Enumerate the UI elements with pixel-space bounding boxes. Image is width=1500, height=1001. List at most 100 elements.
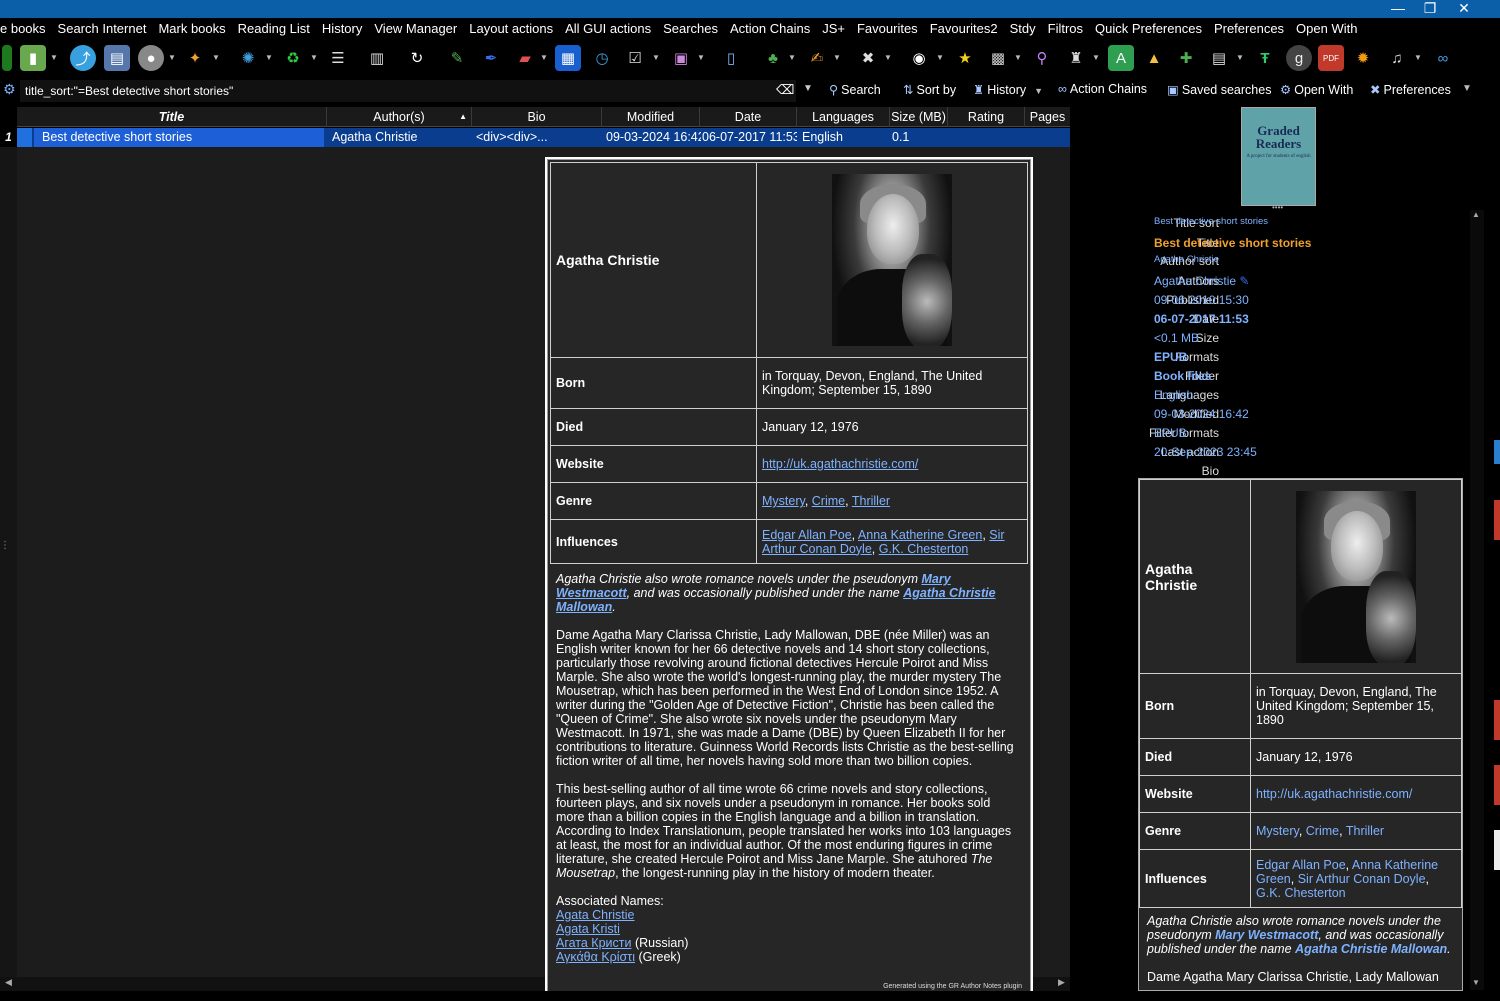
genre-link[interactable]: Crime	[812, 494, 845, 508]
dropdown-arrow-icon[interactable]: ▼	[540, 53, 548, 62]
cell-author[interactable]: Agatha Christie	[332, 128, 472, 147]
column-header-authors[interactable]: Author(s) ▲	[327, 107, 472, 127]
magnifier-icon[interactable]: ⚲	[1029, 45, 1055, 71]
reader-icon[interactable]: ▯	[718, 45, 744, 71]
ft-icon[interactable]: Ŧ	[1252, 45, 1278, 71]
influence-link[interactable]: Sir Arthur Conan Doyle	[1298, 872, 1426, 886]
dropdown-arrow-icon[interactable]: ▼	[652, 53, 660, 62]
menu-item-history[interactable]: History	[316, 21, 368, 36]
dropdown-arrow-icon[interactable]: ▼	[265, 53, 273, 62]
preferences-button[interactable]: ✖ Preferences	[1370, 82, 1451, 97]
cover-splitter-icon[interactable]: ••••	[1272, 203, 1283, 212]
detail-value[interactable]: EPUB	[1154, 350, 1187, 364]
puzzle-plugin-icon[interactable]: ✚	[1173, 45, 1199, 71]
genre-link[interactable]: Crime	[1306, 824, 1339, 838]
website-link[interactable]: http://uk.agathachristie.com/	[762, 457, 918, 471]
menu-item-js-plus[interactable]: JS+	[816, 21, 851, 36]
menu-item-mark-books[interactable]: Mark books	[152, 21, 231, 36]
column-header-bio[interactable]: Bio	[472, 107, 602, 127]
star-rating-icon[interactable]: ✦	[182, 45, 208, 71]
dropdown-arrow-icon[interactable]: ▼	[50, 53, 58, 62]
pseudonym-link[interactable]: Mary Westmacott	[1215, 928, 1318, 942]
edge-tab-red[interactable]	[1494, 765, 1500, 805]
edge-tab-red[interactable]	[1494, 700, 1500, 740]
detail-value[interactable]: Book files	[1154, 369, 1211, 383]
highlighter-icon[interactable]: ✎	[444, 45, 470, 71]
cell-date[interactable]: 06-07-2017 11:53	[702, 128, 797, 147]
influence-link[interactable]: G.K. Chesterton	[1256, 886, 1346, 900]
layout-grid-icon[interactable]: ▩	[985, 45, 1011, 71]
column-header-modified[interactable]: Modified	[602, 107, 700, 127]
influence-link[interactable]: G.K. Chesterton	[879, 542, 969, 556]
image-icon[interactable]: ▣	[668, 45, 694, 71]
document-icon[interactable]: ▤	[1206, 45, 1232, 71]
edit-form-icon[interactable]: ✍	[804, 45, 830, 71]
minimize-button[interactable]: —	[1381, 0, 1415, 18]
column-header-size[interactable]: Size (MB)	[890, 107, 948, 127]
edge-tab-blue[interactable]	[1494, 440, 1500, 464]
associated-name-link[interactable]: Агата Кристи	[556, 936, 631, 950]
green-a-icon[interactable]: A	[1108, 45, 1134, 71]
saved-searches-button[interactable]: ▣ Saved searches	[1167, 82, 1271, 97]
column-header-rating[interactable]: Rating	[948, 107, 1025, 127]
menu-item-quick-preferences[interactable]: Quick Preferences	[1089, 21, 1208, 36]
eye-icon[interactable]: ◉	[906, 45, 932, 71]
barcode-icon[interactable]: ▥	[364, 45, 390, 71]
scroll-right-icon[interactable]: ▶	[1058, 977, 1065, 988]
sun-badge-icon[interactable]: ✹	[1350, 45, 1376, 71]
dropdown-arrow-icon[interactable]: ▼	[833, 53, 841, 62]
associated-name-link[interactable]: Agata Kristi	[556, 922, 620, 936]
action-chains-button[interactable]: ∞ Action Chains	[1058, 82, 1147, 96]
edit-pencil-icon[interactable]: ✎	[1239, 274, 1249, 288]
edge-tab-white[interactable]	[1494, 830, 1500, 870]
search-input[interactable]: title_sort:"=Best detective short storie…	[20, 80, 796, 102]
dropdown-arrow-icon[interactable]: ▼	[1414, 53, 1422, 62]
detail-value[interactable]: Agatha Christie	[1154, 254, 1219, 265]
menu-item-all-gui-actions[interactable]: All GUI actions	[559, 21, 657, 36]
menu-item-action-chains[interactable]: Action Chains	[724, 21, 816, 36]
column-header-date[interactable]: Date	[700, 107, 797, 127]
more-dropdown-icon[interactable]: ▼	[1462, 83, 1472, 94]
genre-link[interactable]: Thriller	[852, 494, 890, 508]
splitter-handle-icon[interactable]: ⋮	[0, 540, 10, 551]
library-book-icon[interactable]: ▮	[20, 45, 46, 71]
search-history-dropdown-icon[interactable]: ▼	[803, 83, 813, 94]
genre-link[interactable]: Mystery	[762, 494, 805, 508]
menu-item-view-manager[interactable]: View Manager	[368, 21, 463, 36]
cell-size[interactable]: 0.1	[892, 128, 947, 147]
menu-item-stdy[interactable]: Stdy	[1004, 21, 1042, 36]
recycle-icon[interactable]: ♻	[280, 45, 306, 71]
influence-link[interactable]: Edgar Allan Poe	[762, 528, 852, 542]
search-button[interactable]: ⚲ Search	[829, 82, 881, 97]
influence-link[interactable]: Anna Katherine Green	[858, 528, 982, 542]
genre-link[interactable]: Mystery	[1256, 824, 1299, 838]
cell-modified[interactable]: 09-03-2024 16:42	[606, 128, 701, 147]
link-chain-icon[interactable]: ∞	[1430, 45, 1456, 71]
column-header-pages[interactable]: Pages	[1025, 107, 1070, 127]
list-icon[interactable]: ☰	[325, 45, 351, 71]
clear-search-icon[interactable]: ⌫	[776, 82, 794, 98]
details-vertical-scrollbar[interactable]: ▲ ▼	[1470, 210, 1484, 990]
network-icon[interactable]: ♜	[1063, 45, 1089, 71]
menu-item-preferences[interactable]: Preferences	[1208, 21, 1290, 36]
scroll-up-icon[interactable]: ▲	[1472, 210, 1480, 219]
dropdown-arrow-icon[interactable]: ▼	[310, 53, 318, 62]
open-with-button[interactable]: ⚙ Open With	[1280, 82, 1353, 97]
restore-button[interactable]: ❐	[1413, 0, 1447, 18]
genre-link[interactable]: Thriller	[1346, 824, 1384, 838]
cell-bio[interactable]: <div><div>...	[476, 128, 600, 147]
author-link[interactable]: Agatha Christie	[1154, 274, 1236, 288]
warning-triangle-icon[interactable]: ▲	[1141, 45, 1167, 71]
dropdown-arrow-icon[interactable]: ▼	[1236, 53, 1244, 62]
book-cover[interactable]: Graded Readers A project for students of…	[1241, 107, 1316, 206]
calendar-check-icon[interactable]: ☑	[622, 45, 648, 71]
dropdown-arrow-icon[interactable]: ▼	[1014, 53, 1022, 62]
gear-icon[interactable]: ✺	[235, 45, 261, 71]
menu-item-favourites2[interactable]: Favourites2	[924, 21, 1004, 36]
menu-item-searches[interactable]: Searches	[657, 21, 724, 36]
dropdown-arrow-icon[interactable]: ▼	[788, 53, 796, 62]
edge-tab-red[interactable]	[1494, 500, 1500, 540]
favorite-star-icon[interactable]: ★	[952, 45, 978, 71]
column-header-title[interactable]: Title	[17, 107, 327, 127]
dropdown-arrow-icon[interactable]: ▼	[884, 53, 892, 62]
